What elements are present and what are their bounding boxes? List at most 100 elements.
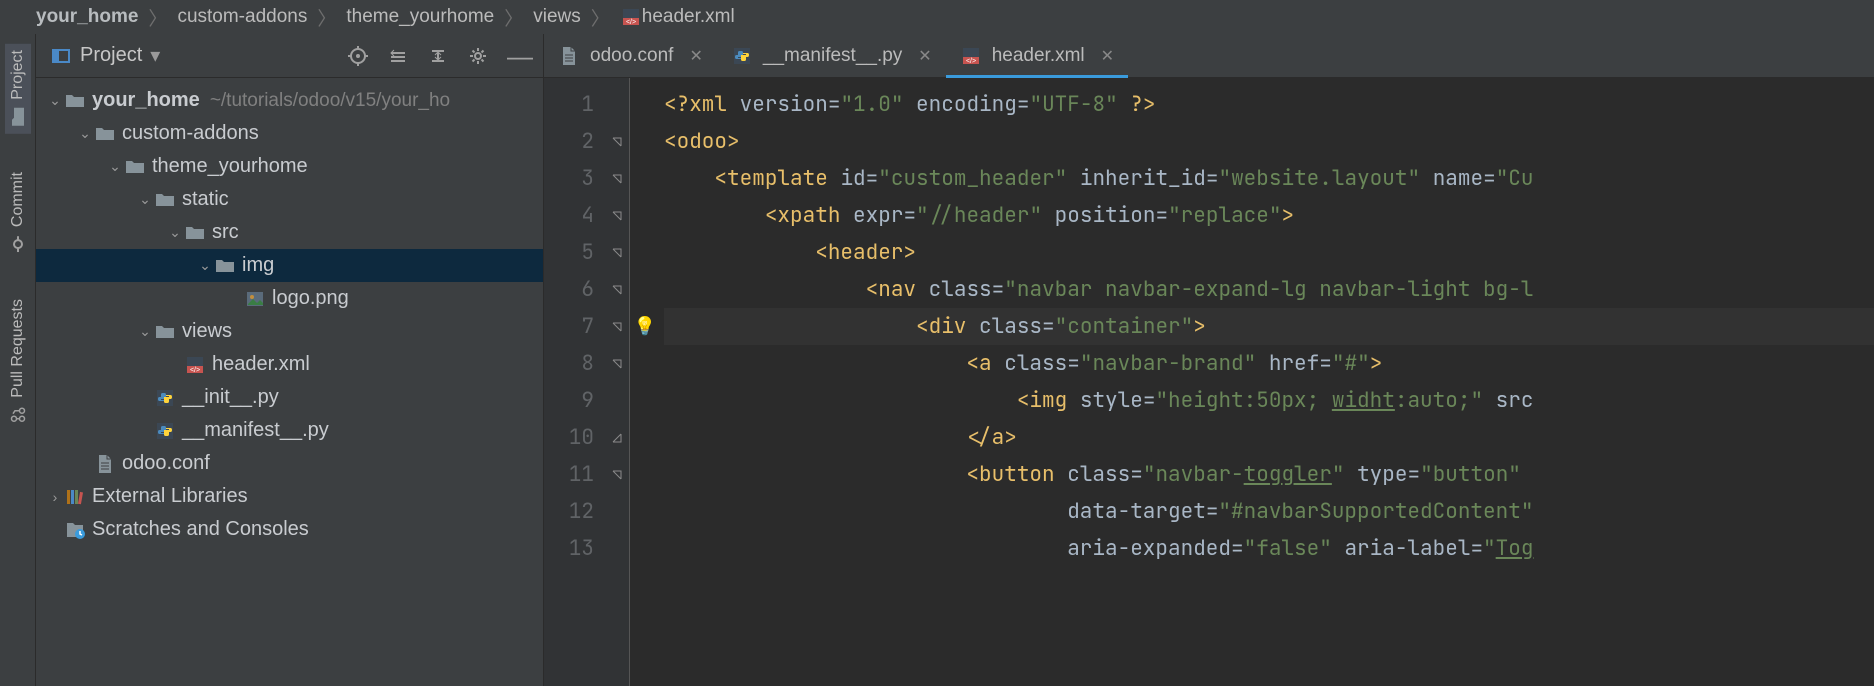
xml-icon: </> [620, 6, 642, 28]
breadcrumb-item[interactable]: theme_yourhome [346, 6, 494, 28]
intention-bulb-icon[interactable]: 💡 [634, 308, 656, 345]
tree-row[interactable]: Scratches and Consoles [36, 513, 543, 546]
tree-row[interactable]: ⌄static [36, 183, 543, 216]
code-line[interactable]: <xpath expr="//header" position="replace… [664, 197, 1874, 234]
line-number: 2 [544, 123, 594, 160]
close-tab-icon[interactable]: ✕ [918, 46, 931, 66]
xml-icon: </> [184, 354, 206, 376]
tree-row[interactable]: ⌄views [36, 315, 543, 348]
line-number: 9 [544, 382, 594, 419]
tree-row[interactable]: ⌄theme_yourhome [36, 150, 543, 183]
fold-open-icon[interactable] [612, 197, 622, 234]
tree-row[interactable]: ⌄ img [36, 249, 543, 282]
close-tab-icon[interactable]: ✕ [1101, 46, 1114, 66]
tool-commit[interactable]: Commit [5, 166, 31, 261]
tree-label: custom-addons [122, 122, 259, 145]
code-line[interactable]: </a> [664, 419, 1874, 456]
editor-body[interactable]: 12345678910111213 💡 <?xml version="1.0" … [544, 78, 1874, 686]
tree-label: img [242, 254, 274, 277]
folder-icon [154, 321, 176, 343]
pr-icon [7, 404, 29, 426]
fold-gutter[interactable] [604, 78, 630, 686]
tree-row[interactable]: ⌄src [36, 216, 543, 249]
project-panel: Project ▾ — [36, 34, 544, 686]
code-line[interactable]: <?xml version="1.0" encoding="UTF-8" ?> [664, 86, 1874, 123]
fold-open-icon[interactable] [612, 160, 622, 197]
tree-row[interactable]: logo.png [36, 282, 543, 315]
breadcrumb-item[interactable]: </> header.xml [620, 6, 735, 28]
folder-icon [64, 90, 86, 112]
breadcrumb-separator: 〉 [504, 4, 523, 31]
code-line[interactable]: data-target="#navbarSupportedContent" [664, 493, 1874, 530]
collapse-all-icon[interactable] [427, 45, 449, 67]
chevron-down-icon[interactable]: ⌄ [136, 323, 154, 340]
tool-pull-requests[interactable]: Pull Requests [5, 293, 31, 432]
fold-open-icon[interactable] [612, 271, 622, 308]
tab-label: odoo.conf [590, 45, 673, 67]
chevron-down-icon[interactable]: ⌄ [76, 125, 94, 142]
code-line[interactable]: aria-expanded="false" aria-label="Tog [664, 530, 1874, 567]
code-line[interactable]: <nav class="navbar navbar-expand-lg navb… [664, 271, 1874, 308]
fold-open-icon[interactable] [612, 123, 622, 160]
project-view-icon [50, 45, 72, 67]
tab-label: header.xml [992, 45, 1085, 67]
libs-icon [64, 486, 86, 508]
breadcrumb-item[interactable]: your_home [36, 6, 138, 28]
tree-row[interactable]: </>header.xml [36, 348, 543, 381]
tree-row[interactable]: __manifest__.py [36, 414, 543, 447]
tree-row[interactable]: __init__.py [36, 381, 543, 414]
chevron-down-icon[interactable]: ⌄ [46, 92, 64, 109]
settings-icon[interactable] [467, 45, 489, 67]
code-line[interactable]: <a class="navbar-brand" href="#"> [664, 345, 1874, 382]
line-number-gutter: 12345678910111213 [544, 78, 604, 686]
code-line[interactable]: <img style="height:50px; widht:auto;" sr… [664, 382, 1874, 419]
code-line[interactable]: <header> [664, 234, 1874, 271]
tree-label: Scratches and Consoles [92, 518, 309, 541]
fold-close-icon[interactable] [612, 419, 622, 456]
tree-row[interactable]: ⌄your_home~/tutorials/odoo/v15/your_ho [36, 84, 543, 117]
line-number: 4 [544, 197, 594, 234]
editor-tab[interactable]: __manifest__.py✕ [717, 34, 946, 77]
tool-project[interactable]: Project [5, 44, 31, 134]
breadcrumb-label: theme_yourhome [346, 6, 494, 28]
breadcrumb-label: views [533, 6, 581, 28]
python-icon [154, 420, 176, 442]
editor-tab[interactable]: odoo.conf ✕ [544, 34, 717, 77]
editor-tab[interactable]: </>header.xml✕ [946, 34, 1128, 77]
chevron-right-icon[interactable]: › [46, 489, 64, 505]
line-number: 11 [544, 456, 594, 493]
code-content[interactable]: <?xml version="1.0" encoding="UTF-8" ?><… [660, 78, 1874, 686]
breadcrumb-item[interactable]: views [533, 6, 581, 28]
fold-open-icon[interactable] [612, 345, 622, 382]
line-number: 12 [544, 493, 594, 530]
locate-icon[interactable] [347, 45, 369, 67]
line-number: 10 [544, 419, 594, 456]
code-line[interactable]: <button class="navbar-toggler" type="but… [664, 456, 1874, 493]
inspection-gutter[interactable]: 💡 [630, 78, 660, 686]
hide-panel-icon[interactable]: — [507, 50, 533, 62]
close-tab-icon[interactable]: ✕ [689, 46, 702, 66]
chevron-down-icon[interactable]: ⌄ [136, 191, 154, 208]
breadcrumb: your_home〉 custom-addons〉 theme_yourhome… [0, 0, 1874, 34]
tree-row[interactable]: odoo.conf [36, 447, 543, 480]
scratch-icon [64, 519, 86, 541]
line-number: 13 [544, 530, 594, 567]
fold-open-icon[interactable] [612, 456, 622, 493]
project-panel-title: Project [80, 44, 142, 67]
code-line[interactable]: <odoo> [664, 123, 1874, 160]
code-line[interactable]: <div class="container"> [664, 308, 1874, 345]
chevron-down-icon[interactable]: ⌄ [106, 158, 124, 175]
breadcrumb-item[interactable]: custom-addons [177, 6, 307, 28]
fold-open-icon[interactable] [612, 234, 622, 271]
svg-text:</>: </> [190, 367, 200, 374]
project-view-dropdown-icon[interactable]: ▾ [150, 43, 160, 68]
tree-row[interactable]: ⌄ custom-addons [36, 117, 543, 150]
chevron-down-icon[interactable]: ⌄ [166, 224, 184, 241]
fold-open-icon[interactable] [612, 308, 622, 345]
tree-label: logo.png [272, 287, 349, 310]
tree-row[interactable]: ›External Libraries [36, 480, 543, 513]
project-tree[interactable]: ⌄your_home~/tutorials/odoo/v15/your_ho⌄c… [36, 78, 543, 686]
chevron-down-icon[interactable]: ⌄ [196, 257, 214, 274]
code-line[interactable]: <template id="custom_header" inherit_id=… [664, 160, 1874, 197]
expand-all-icon[interactable] [387, 45, 409, 67]
